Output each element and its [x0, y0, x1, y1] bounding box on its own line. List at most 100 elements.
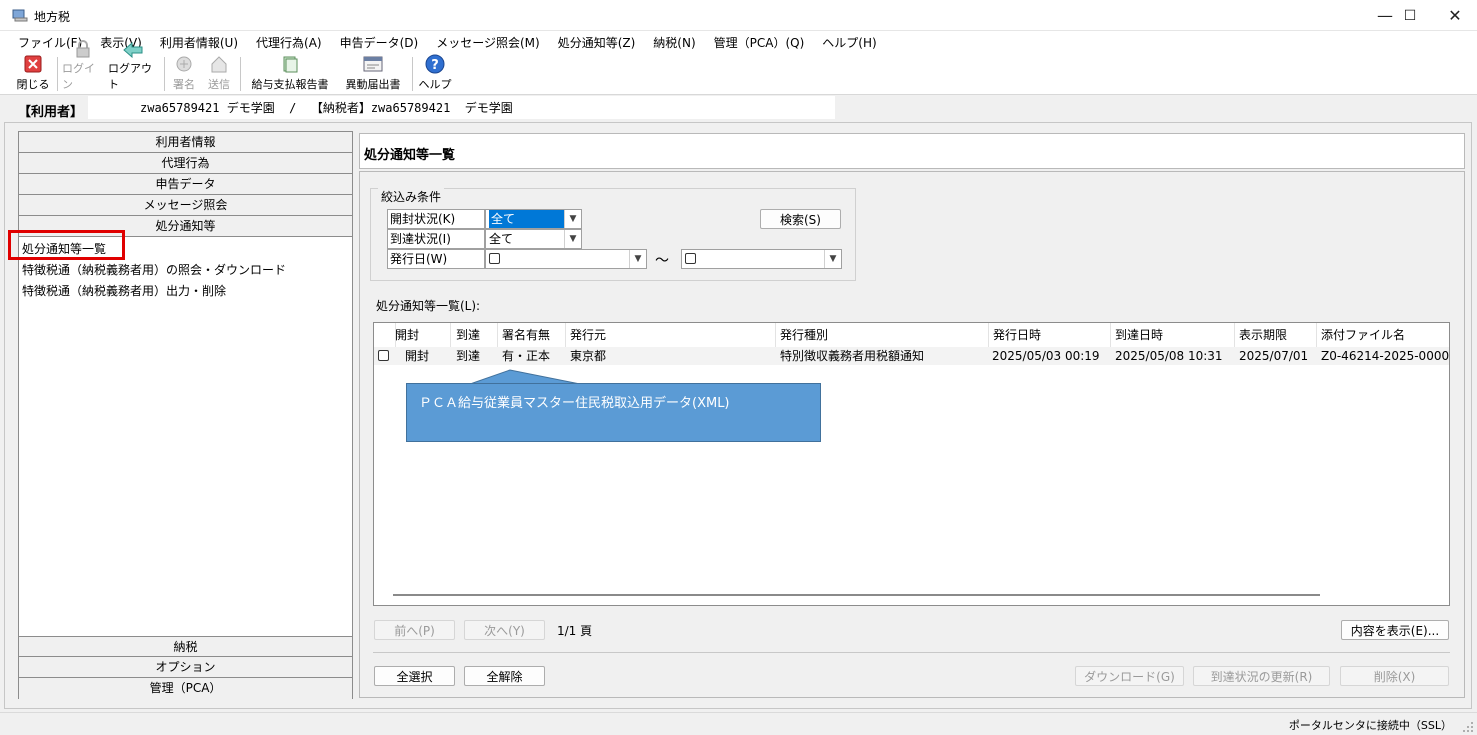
toolbar-divider — [240, 57, 241, 91]
close-icon: ✕ — [1448, 6, 1462, 25]
arrival-status-select[interactable]: 全て ▼ — [485, 229, 582, 249]
maximize-button[interactable]: ☐ — [1387, 0, 1433, 31]
column-header-file[interactable]: 添付ファイル名 — [1317, 323, 1449, 347]
column-header-issuer[interactable]: 発行元 — [566, 323, 776, 347]
menu-user-info[interactable]: 利用者情報(U) — [151, 34, 247, 51]
column-header-issued[interactable]: 発行日時 — [989, 323, 1111, 347]
sidebar-item-special-output[interactable]: 特徴税通（納税義務者用）出力・削除 — [22, 282, 226, 299]
highlight-box — [8, 230, 125, 260]
help-button[interactable]: ? ヘルプ — [416, 53, 454, 95]
issue-date-from-picker[interactable]: ▼ — [485, 249, 647, 269]
help-icon: ? — [425, 54, 445, 74]
next-page-button[interactable]: 次へ(Y) — [464, 620, 545, 640]
issue-date-label: 発行日(W) — [387, 249, 485, 269]
connection-status: ポータルセンタに接続中（SSL） — [1288, 719, 1452, 732]
salary-report-button[interactable]: 給与支払報告書 — [246, 53, 334, 95]
filter-group-title: 絞込み条件 — [378, 188, 445, 205]
sidebar-header-declaration[interactable]: 申告データ — [19, 174, 352, 195]
chevron-down-icon: ▼ — [564, 210, 581, 228]
sign-label: 署名 — [173, 78, 195, 91]
salary-report-label: 給与支払報告書 — [251, 78, 329, 91]
lock-icon — [73, 40, 93, 58]
row-checkbox[interactable] — [378, 350, 389, 361]
menu-tax-payment[interactable]: 納税(N) — [644, 34, 704, 51]
close-button[interactable]: 閉じる — [14, 53, 52, 95]
column-header-open[interactable]: 開封 — [391, 323, 451, 347]
show-content-button[interactable]: 内容を表示(E)... — [1341, 620, 1449, 640]
sidebar-header-user-info[interactable]: 利用者情報 — [19, 132, 352, 153]
prev-page-button[interactable]: 前へ(P) — [374, 620, 455, 640]
toolbar-divider — [412, 57, 413, 91]
menu-proxy[interactable]: 代理行為(A) — [247, 34, 331, 51]
open-status-value: 全て — [489, 210, 565, 228]
cell-file: Z0-46214-2025-0000 — [1321, 349, 1450, 363]
close-window-button[interactable]: ✕ — [1433, 0, 1477, 31]
column-header-signature[interactable]: 署名有無 — [498, 323, 566, 347]
resize-grip-icon[interactable] — [1463, 722, 1474, 733]
callout-annotation: ＰＣＡ給与従業員マスター住民税取込用データ(XML) — [406, 383, 821, 442]
horizontal-scrollbar[interactable] — [393, 594, 1320, 596]
menu-bar: ファイル(F) 表示(V) 利用者情報(U) 代理行為(A) 申告データ(D) … — [0, 31, 1477, 53]
update-arrival-button[interactable]: 到達状況の更新(R) — [1193, 666, 1330, 686]
arrival-status-value: 全て — [489, 232, 514, 246]
open-status-select[interactable]: 全て ▼ — [485, 209, 582, 229]
page-title: 処分通知等一覧 — [364, 148, 456, 163]
seal-icon — [174, 54, 194, 74]
document-stack-icon — [280, 54, 300, 74]
cell-issuer: 東京都 — [570, 349, 607, 363]
deselect-all-button[interactable]: 全解除 — [464, 666, 545, 686]
menu-message[interactable]: メッセージ照会(M) — [427, 34, 548, 51]
chevron-down-icon: ▼ — [564, 230, 581, 248]
arrow-left-icon — [123, 42, 143, 58]
maximize-icon: ☐ — [1403, 7, 1417, 24]
sidebar-header-admin[interactable]: 管理（PCA） — [19, 678, 352, 699]
help-label: ヘルプ — [418, 78, 452, 91]
page-header: 処分通知等一覧 — [359, 133, 1465, 169]
toolbar-divider — [57, 57, 58, 91]
notice-list: 開封 到達 署名有無 発行元 発行種別 発行日時 到達日時 表示期限 添付ファイ… — [373, 322, 1450, 606]
search-button[interactable]: 検索(S) — [760, 209, 841, 229]
login-label: ログイン — [62, 62, 95, 91]
date-to-checkbox[interactable] — [685, 253, 696, 264]
chevron-down-icon: ▼ — [629, 250, 646, 268]
toolbar-divider — [164, 57, 165, 91]
list-label: 処分通知等一覧(L): — [376, 299, 481, 313]
sidebar-header-proxy[interactable]: 代理行為 — [19, 153, 352, 174]
sidebar-header-tax-payment[interactable]: 納税 — [19, 636, 352, 657]
login-button[interactable]: ログイン — [62, 40, 104, 95]
column-header-expiry[interactable]: 表示期限 — [1235, 323, 1317, 347]
download-button[interactable]: ダウンロード(G) — [1075, 666, 1184, 686]
divider — [373, 652, 1450, 653]
menu-notices[interactable]: 処分通知等(Z) — [549, 34, 645, 51]
date-from-checkbox[interactable] — [489, 253, 500, 264]
page-indicator: 1/1 頁 — [557, 624, 593, 638]
column-header-arrived[interactable]: 到達日時 — [1111, 323, 1235, 347]
arrival-status-label: 到達状況(I) — [387, 229, 485, 249]
select-all-button[interactable]: 全選択 — [374, 666, 455, 686]
send-button[interactable]: 送信 — [203, 53, 235, 95]
change-report-button[interactable]: 異動届出書 — [340, 53, 406, 95]
house-send-icon — [209, 54, 229, 74]
user-info: zwa65789421 デモ学園 / 【納税者】zwa65789421 デモ学園 — [88, 96, 835, 119]
sidebar: 利用者情報 代理行為 申告データ メッセージ照会 処分通知等 処分通知等一覧 特… — [18, 131, 353, 699]
column-header-arrival[interactable]: 到達 — [452, 323, 498, 347]
window-title: 地方税 — [34, 10, 71, 24]
issue-date-to-picker[interactable]: ▼ — [681, 249, 842, 269]
cell-issued: 2025/05/03 00:19 — [992, 349, 1100, 363]
app-icon — [12, 9, 28, 22]
menu-help[interactable]: ヘルプ(H) — [813, 34, 885, 51]
user-label: 【利用者】 — [18, 105, 84, 120]
menu-admin[interactable]: 管理（PCA）(Q) — [705, 34, 814, 51]
sidebar-item-special-download[interactable]: 特徴税通（納税義務者用）の照会・ダウンロード — [22, 261, 286, 278]
sidebar-header-options[interactable]: オプション — [19, 657, 352, 678]
status-bar: ポータルセンタに接続中（SSL） — [0, 712, 1477, 735]
column-header-type[interactable]: 発行種別 — [776, 323, 989, 347]
logout-button[interactable]: ログアウト — [108, 42, 158, 95]
svg-text:?: ? — [431, 58, 439, 73]
cell-signature: 有・正本 — [502, 349, 551, 363]
menu-declaration-data[interactable]: 申告データ(D) — [331, 34, 428, 51]
sidebar-header-message[interactable]: メッセージ照会 — [19, 195, 352, 216]
delete-button[interactable]: 削除(X) — [1340, 666, 1449, 686]
logout-label: ログアウト — [108, 62, 152, 91]
sign-button[interactable]: 署名 — [168, 53, 200, 95]
